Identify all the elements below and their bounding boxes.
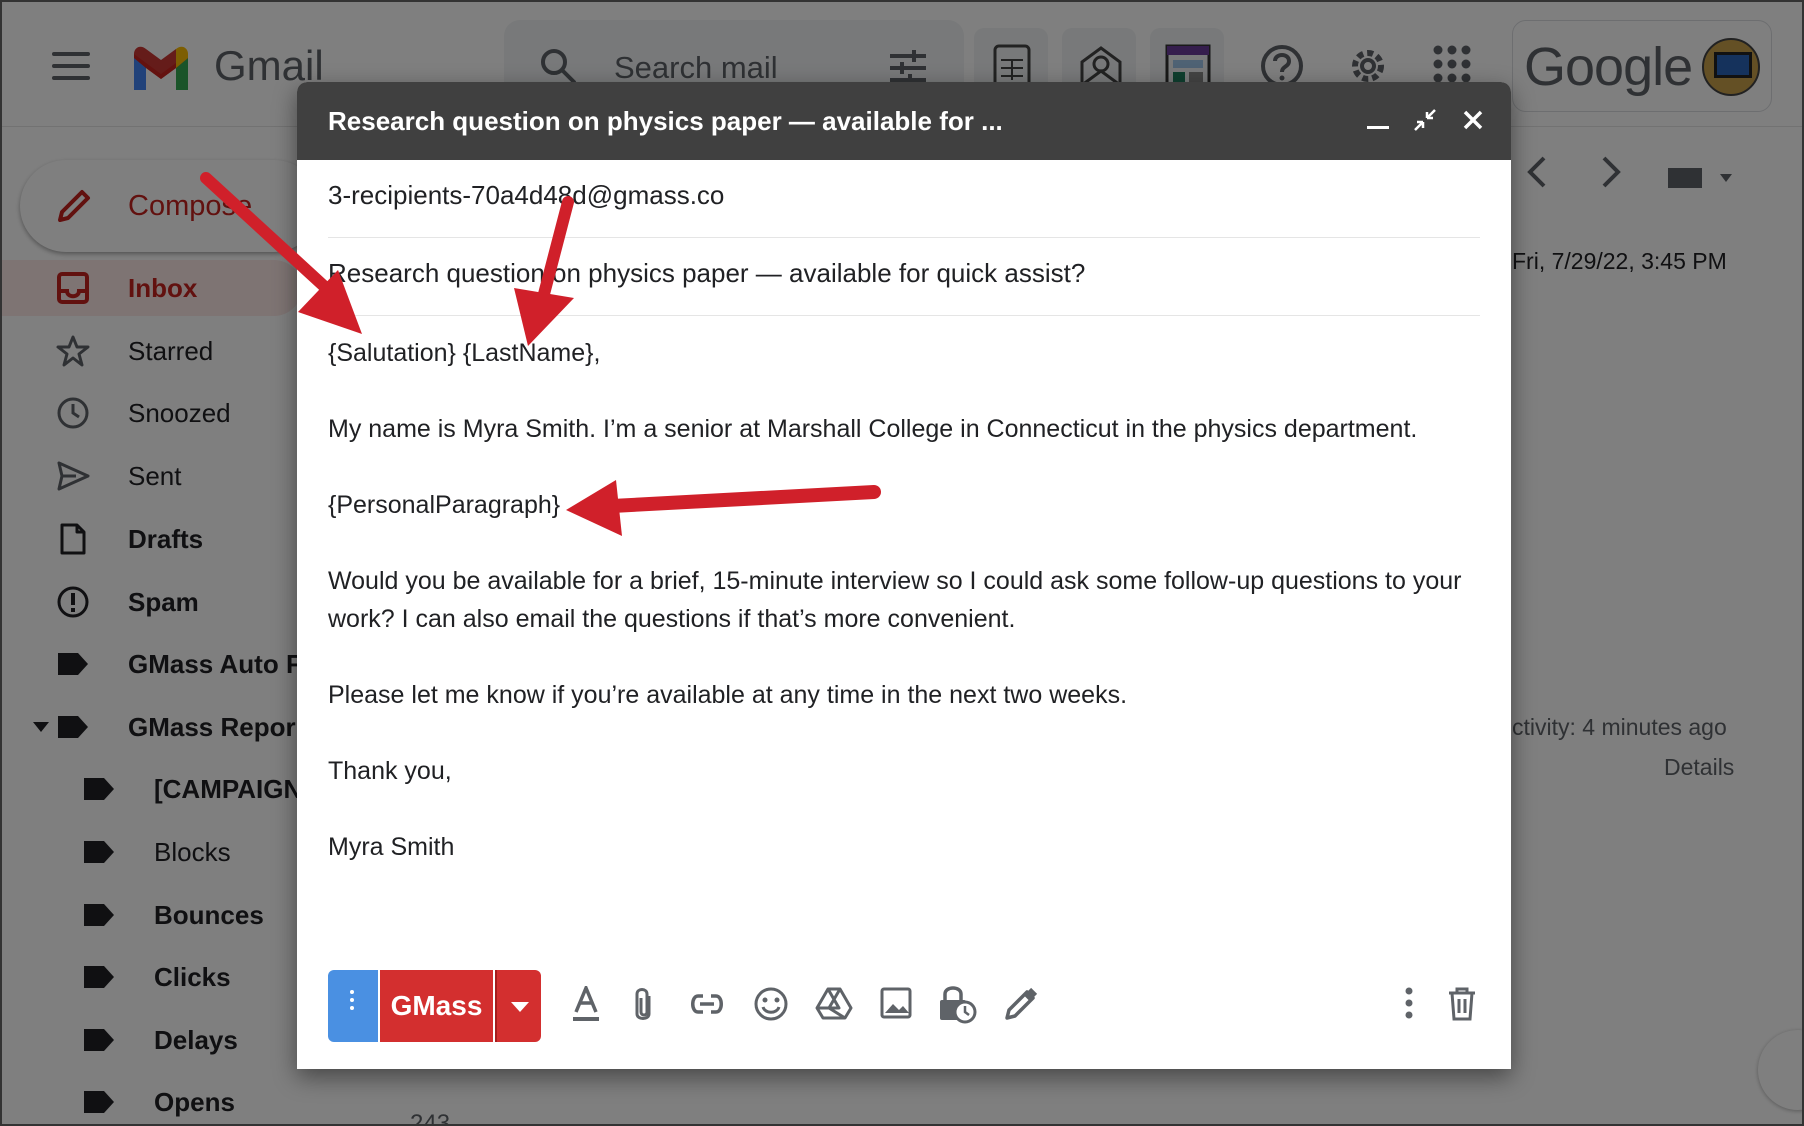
to-field[interactable]: 3-recipients-70a4d48d@gmass.co bbox=[328, 180, 1480, 238]
body-request-line-2[interactable]: work? I can also email the questions if … bbox=[328, 600, 1015, 638]
body-intro[interactable]: My name is Myra Smith. I’m a senior at M… bbox=[328, 410, 1417, 448]
confidential-mode-icon[interactable] bbox=[937, 986, 977, 1024]
attach-file-icon[interactable] bbox=[631, 986, 655, 1024]
gmass-settings-button[interactable] bbox=[328, 970, 378, 1042]
emoji-icon[interactable] bbox=[753, 986, 789, 1022]
body-closing[interactable]: Thank you, bbox=[328, 752, 452, 790]
compose-title: Research question on physics paper — ava… bbox=[328, 106, 1003, 136]
insert-link-icon[interactable] bbox=[689, 992, 725, 1016]
close-icon[interactable] bbox=[1461, 108, 1485, 132]
compose-window: Research question on physics paper — ava… bbox=[297, 82, 1511, 1069]
google-drive-icon[interactable] bbox=[815, 986, 853, 1022]
formatting-options-icon[interactable] bbox=[571, 986, 601, 1024]
signature-pen-icon[interactable] bbox=[1003, 986, 1039, 1022]
insert-photo-icon[interactable] bbox=[879, 986, 913, 1020]
gmass-send-dropdown[interactable] bbox=[495, 970, 541, 1042]
compose-header[interactable]: Research question on physics paper — ava… bbox=[297, 82, 1511, 160]
subject-field[interactable]: Research question on physics paper — ava… bbox=[328, 258, 1480, 316]
minimize-icon[interactable] bbox=[1367, 126, 1389, 132]
body-signature[interactable]: Myra Smith bbox=[328, 828, 454, 866]
body-personal-paragraph[interactable]: {PersonalParagraph} bbox=[328, 486, 560, 524]
body-availability[interactable]: Please let me know if you’re available a… bbox=[328, 676, 1127, 714]
screenshot-frame: Gmail Search mail bbox=[0, 0, 1804, 1126]
more-options-icon[interactable] bbox=[1403, 986, 1415, 1020]
body-request-line-1[interactable]: Would you be available for a brief, 15-m… bbox=[328, 562, 1461, 600]
gmass-send-label: GMass bbox=[390, 990, 483, 1021]
discard-draft-trash-icon[interactable] bbox=[1447, 986, 1477, 1022]
gmass-send-button[interactable]: GMass bbox=[380, 970, 493, 1042]
exit-fullscreen-icon[interactable] bbox=[1413, 108, 1437, 132]
body-salutation[interactable]: {Salutation} {LastName}, bbox=[328, 334, 600, 372]
